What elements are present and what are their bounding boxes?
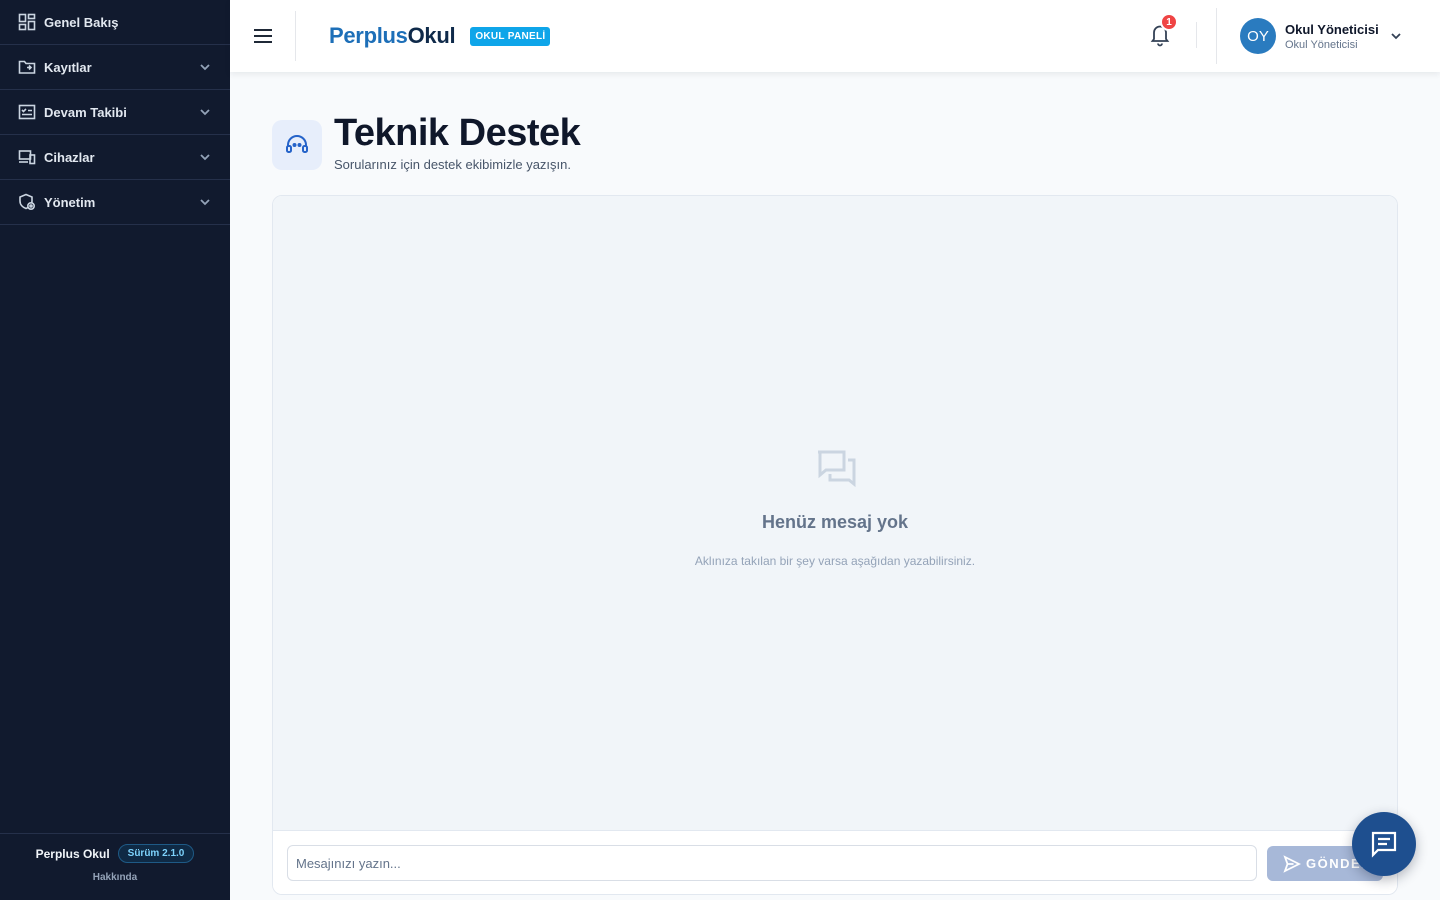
sidebar-item-label: Genel Bakış	[44, 14, 119, 30]
sidebar-item-label: Devam Takibi	[44, 104, 127, 120]
message-list: Henüz mesaj yok Aklınıza takılan bir şey…	[273, 196, 1397, 830]
chat-bubbles-icon	[818, 450, 856, 488]
sidebar-item-kayitlar[interactable]: Kayıtlar	[0, 45, 230, 90]
empty-state-subtitle: Aklınıza takılan bir şey varsa aşağıdan …	[694, 554, 976, 568]
headset-icon	[286, 135, 308, 153]
sidebar-footer: Perplus Okul Sürüm 2.1.0 Hakkında	[0, 833, 230, 900]
divider	[1196, 22, 1197, 48]
sidebar-nav: Genel Bakış Kayıtlar Devam Takibi Cihazl…	[0, 0, 230, 225]
dashboard-icon	[18, 13, 36, 31]
version-badge: Sürüm 2.1.0	[117, 844, 195, 863]
user-role: Okul Yöneticisi	[1285, 38, 1358, 51]
page-subtitle: Sorularınız için destek ekibimizle yazış…	[334, 157, 571, 172]
about-link[interactable]: Hakkında	[0, 872, 230, 883]
message-composer: GÖNDER	[273, 830, 1397, 894]
divider	[1216, 8, 1217, 64]
sidebar-item-label: Yönetim	[44, 194, 96, 210]
app-name: Perplus Okul	[35, 846, 110, 861]
chat-panel: Henüz mesaj yok Aklınıza takılan bir şey…	[272, 195, 1398, 895]
notification-count-badge: 1	[1160, 13, 1178, 31]
floating-chat-button[interactable]	[1352, 812, 1416, 876]
sidebar-item-label: Cihazlar	[44, 149, 95, 165]
sidebar-item-label: Kayıtlar	[44, 59, 92, 75]
brand-part-2: Okul	[407, 23, 456, 48]
empty-state-title: Henüz mesaj yok	[761, 512, 909, 532]
folder-icon	[18, 58, 36, 76]
sidebar-footer-row: Perplus Okul Sürüm 2.1.0	[0, 844, 230, 863]
chevron-down-icon	[200, 199, 210, 206]
chevron-down-icon	[200, 109, 210, 116]
sidebar-item-cihazlar[interactable]: Cihazlar	[0, 135, 230, 180]
brand-logo[interactable]: PerplusOkul	[329, 23, 456, 49]
panel-tag: OKUL PANELİ	[470, 26, 551, 46]
attendance-icon	[18, 103, 36, 121]
user-name: Okul Yöneticisi	[1285, 21, 1379, 37]
sidebar-item-devam-takibi[interactable]: Devam Takibi	[0, 90, 230, 135]
chevron-down-icon	[200, 154, 210, 161]
devices-icon	[18, 148, 36, 166]
admin-shield-icon	[18, 193, 36, 211]
hamburger-icon	[253, 29, 272, 43]
avatar: OY	[1240, 18, 1276, 54]
top-bar: PerplusOkul OKUL PANELİ 1 OY Okul Yöneti…	[230, 0, 1440, 72]
message-icon	[1371, 831, 1397, 858]
send-icon	[1283, 854, 1301, 873]
chevron-down-icon	[200, 64, 210, 71]
user-menu[interactable]: OY Okul Yöneticisi Okul Yöneticisi	[1240, 18, 1403, 54]
sidebar-item-yonetim[interactable]: Yönetim	[0, 180, 230, 225]
message-input[interactable]	[287, 845, 1257, 881]
brand-part-1: Perplus	[329, 23, 408, 48]
page-icon	[272, 120, 322, 170]
sidebar-item-genel-bakis[interactable]: Genel Bakış	[0, 0, 230, 45]
page-title: Teknik Destek	[334, 112, 581, 154]
menu-toggle-button[interactable]	[230, 11, 296, 61]
sidebar: Genel Bakış Kayıtlar Devam Takibi Cihazl…	[0, 0, 230, 900]
user-info: Okul Yöneticisi Okul Yöneticisi	[1285, 22, 1379, 51]
chevron-down-icon	[1391, 33, 1401, 40]
